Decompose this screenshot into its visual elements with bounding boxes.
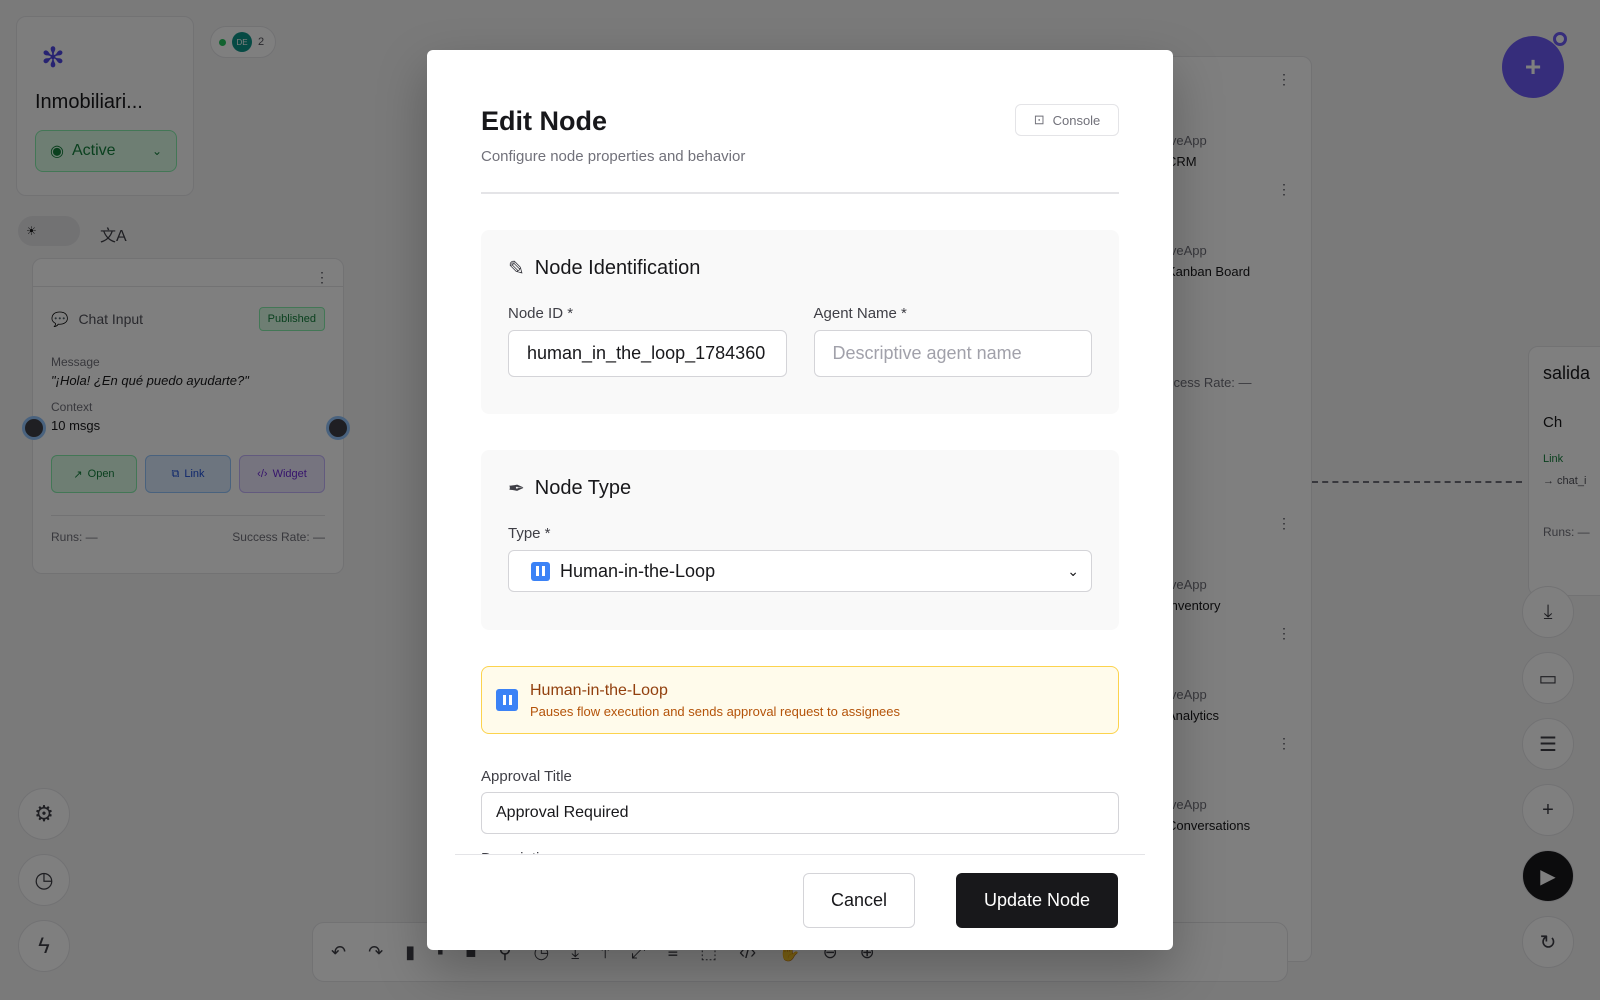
chevron-down-icon: ⌄ [1067,562,1079,579]
node-identification-section: ✎ Node Identification Node ID * Agent Na… [481,230,1119,414]
pause-icon [496,689,518,711]
terminal-icon: ⊡ [1033,112,1045,127]
approval-title-label: Approval Title [481,768,572,785]
header-divider [481,192,1119,194]
cancel-button[interactable]: Cancel [803,873,915,928]
approval-title-input[interactable] [481,792,1119,834]
console-label: Console [1052,112,1101,128]
dialog-title: Edit Node [481,106,607,136]
update-node-button[interactable]: Update Node [956,873,1118,928]
type-select[interactable]: Human-in-the-Loop ⌄ [508,550,1092,592]
type-label: Type * [508,525,551,542]
info-description: Pauses flow execution and sends approval… [530,703,901,719]
node-type-info-banner: Human-in-the-Loop Pauses flow execution … [481,666,1119,734]
node-id-input[interactable] [508,330,787,377]
section-heading: Node Identification [534,257,701,279]
edit-node-dialog: Edit Node Configure node properties and … [427,50,1173,950]
section-heading: Node Type [534,477,632,499]
agent-name-input[interactable] [813,330,1092,377]
edit-icon: ✎ [508,258,525,280]
dialog-footer: Cancel Update Node [455,854,1145,950]
node-id-label: Node ID * [508,305,574,322]
pause-icon [531,561,550,581]
node-type-section: ✒ Node Type Type * Human-in-the-Loop ⌄ [481,450,1119,630]
type-selected-value: Human-in-the-Loop [560,560,716,581]
console-button[interactable]: ⊡ Console [1015,104,1119,136]
info-title: Human-in-the-Loop [530,681,668,699]
feather-icon: ✒ [508,478,525,500]
dialog-subtitle: Configure node properties and behavior [481,148,746,165]
agent-name-label: Agent Name * [813,305,907,322]
